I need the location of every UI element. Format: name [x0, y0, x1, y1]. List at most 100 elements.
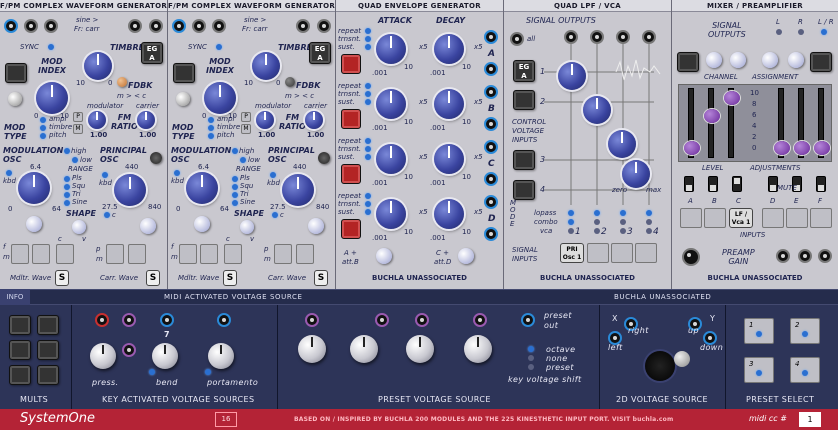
env-ab-knob[interactable] [376, 248, 392, 264]
info-tab[interactable]: INFO [0, 289, 30, 305]
env-sust-led-0[interactable] [365, 44, 371, 50]
fm2-kbd-led-2[interactable] [270, 172, 276, 178]
mult-btn-3[interactable] [9, 340, 31, 360]
fm2-s1-button[interactable]: S [223, 270, 237, 286]
fm1-high-led[interactable] [64, 148, 70, 154]
fm2-btn-3[interactable] [224, 244, 242, 264]
bend-knob[interactable] [152, 343, 178, 369]
env-in-jack-1[interactable] [484, 117, 498, 131]
fm2-jack-5[interactable] [317, 19, 331, 33]
mix-in-btn-a[interactable] [680, 208, 702, 228]
fm2-sine-led[interactable] [232, 200, 238, 206]
env-in-jack-2[interactable] [484, 172, 498, 186]
env-trigger-button-1[interactable] [341, 109, 361, 129]
fm2-jack-2[interactable] [192, 19, 206, 33]
fm2-mod-index-knob[interactable] [204, 82, 236, 114]
fm1-kbd-led-2[interactable] [102, 172, 108, 178]
fm2-m-button[interactable]: M [241, 124, 251, 134]
lpf-mode-led-0-2[interactable] [568, 228, 574, 234]
mix-fader-5-thumb[interactable] [794, 141, 810, 155]
env-repeat-led-1[interactable] [365, 83, 371, 89]
lpf-pri-button[interactable]: PRI Osc 1 [560, 243, 584, 263]
env-decay-knob-3[interactable] [434, 199, 464, 229]
fm1-kbd-led-1[interactable] [6, 170, 12, 176]
fm1-btn-2[interactable] [32, 244, 50, 264]
fm1-mod-small-knob[interactable] [8, 92, 22, 106]
lpf-mode-led-2-0[interactable] [620, 210, 626, 216]
fm2-btn-4[interactable] [274, 244, 292, 264]
fm1-mod-button[interactable] [5, 63, 27, 83]
mix-fader-4-thumb[interactable] [774, 141, 790, 155]
mix-preamp-jack[interactable] [682, 248, 700, 266]
pvs-jack-4[interactable] [473, 313, 487, 327]
mult-btn-4[interactable] [37, 340, 59, 360]
fm2-btn-1[interactable] [179, 244, 197, 264]
fm1-sine-led[interactable] [64, 200, 70, 206]
fm1-shape-knob[interactable] [72, 220, 86, 234]
mix-in-btn-e[interactable] [786, 208, 808, 228]
env-trnsnt-led-1[interactable] [365, 91, 371, 97]
lpf-knob-1[interactable] [558, 62, 586, 90]
fm1-pls-led[interactable] [64, 176, 70, 182]
fm1-mod-osc-knob[interactable] [18, 172, 50, 204]
kavs-jack-5[interactable] [122, 343, 136, 357]
lpf-knob-4[interactable] [622, 160, 650, 188]
fm1-m-button[interactable]: M [73, 124, 83, 134]
fm2-tri-led[interactable] [232, 192, 238, 198]
lpf-mode-led-0-1[interactable] [568, 219, 574, 225]
kavs-jack-4[interactable] [217, 313, 231, 327]
mix-fader-4[interactable] [774, 88, 790, 158]
kavs-jack-2[interactable] [122, 313, 136, 327]
env-decay-knob-0[interactable] [434, 34, 464, 64]
pvs-knob-4[interactable] [464, 335, 492, 363]
fm1-btn-1[interactable] [11, 244, 29, 264]
portamento-knob[interactable] [208, 343, 234, 369]
pvs-knob-2[interactable] [350, 335, 378, 363]
midi-cc-input[interactable]: 1 [799, 412, 821, 427]
lpf-mode-led-3-1[interactable] [646, 219, 652, 225]
pvs-jack-3[interactable] [415, 313, 429, 327]
mult-btn-6[interactable] [37, 365, 59, 385]
fm1-squ-led[interactable] [64, 184, 70, 190]
fm1-modulator-knob[interactable] [88, 111, 106, 129]
lpf-mode-led-1-1[interactable] [594, 219, 600, 225]
fm1-low-led[interactable] [72, 157, 78, 163]
fm1-princ-osc-knob[interactable] [114, 174, 146, 206]
mix-channel-knob-1[interactable] [706, 52, 722, 68]
lpf-mode-led-3-0[interactable] [646, 210, 652, 216]
mix-assign-knob-2[interactable] [788, 52, 804, 68]
mult-btn-5[interactable] [9, 365, 31, 385]
mix-fader-2-thumb[interactable] [704, 109, 720, 123]
env-repeat-led-2[interactable] [365, 138, 371, 144]
mix-assign-knob-1[interactable] [762, 52, 778, 68]
fm1-fdbk-knob[interactable] [117, 77, 127, 87]
mix-in-btn-d[interactable] [762, 208, 784, 228]
mix-channel-knob-2[interactable] [730, 52, 746, 68]
fm2-mod-fine-knob[interactable] [194, 216, 210, 232]
fm1-timbre-knob[interactable] [84, 52, 112, 80]
footer-num-box[interactable]: 16 [215, 412, 237, 427]
kavs-jack-1[interactable] [95, 313, 109, 327]
env-sust-led-1[interactable] [365, 99, 371, 105]
fm1-btn-3[interactable] [56, 244, 74, 264]
mix-out-jack-1[interactable] [776, 249, 790, 263]
fm2-s2-button[interactable]: S [314, 270, 328, 286]
lpf-knob-3[interactable] [608, 130, 636, 158]
fm1-pitch-led[interactable] [40, 133, 46, 139]
fm1-jack-1[interactable] [4, 19, 18, 33]
fm1-jack-5[interactable] [149, 19, 163, 33]
mix-fader-2[interactable] [704, 88, 720, 158]
mix-fader-1[interactable] [684, 88, 700, 158]
preset-btn-2[interactable]: 2 [790, 318, 820, 344]
mix-fader-6-thumb[interactable] [814, 141, 830, 155]
fm1-tri-led[interactable] [64, 192, 70, 198]
fm2-pitch-led[interactable] [208, 133, 214, 139]
fm2-mod-small-knob[interactable] [176, 92, 190, 106]
env-repeat-led-0[interactable] [365, 28, 371, 34]
env-in-jack-3[interactable] [484, 227, 498, 241]
fm1-m-led[interactable] [104, 212, 110, 218]
fm1-sync-led[interactable] [48, 44, 54, 50]
env-out-jack-3[interactable] [484, 195, 498, 209]
fm2-modulator-knob[interactable] [256, 111, 274, 129]
mix-lr-led[interactable] [821, 29, 827, 35]
